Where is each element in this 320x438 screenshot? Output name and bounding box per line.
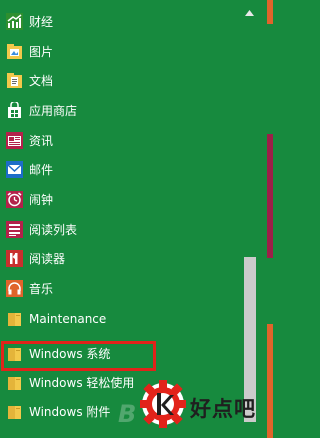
app-item-music[interactable]: 音乐 [0, 274, 240, 304]
music-headphones-icon [6, 280, 23, 297]
app-item-label: 应用商店 [29, 104, 78, 118]
app-item-pictures[interactable]: 图片 [0, 37, 240, 67]
app-item-label: 阅读列表 [29, 223, 78, 237]
tiles-panel-edge [261, 0, 273, 438]
app-item-label: Windows 附件 [29, 405, 111, 419]
app-item-news[interactable]: 资讯 [0, 126, 240, 156]
app-item-documents[interactable]: 文档 [0, 66, 240, 96]
app-item-label: 闹钟 [29, 193, 54, 207]
app-item-label: 音乐 [29, 282, 54, 296]
app-folder-maintenance[interactable]: Maintenance [0, 304, 240, 334]
tile-edge-orange-2[interactable] [267, 324, 273, 438]
app-item-alarm[interactable]: 闹钟 [0, 185, 240, 215]
watermark-text: 好点吧 [190, 397, 256, 421]
app-item-reader[interactable]: 阅读器 [0, 244, 240, 274]
app-item-label: Maintenance [29, 312, 107, 326]
gear-k-logo-icon [140, 374, 186, 434]
tile-edge-green-2[interactable] [267, 262, 273, 320]
folder-icon [6, 310, 23, 327]
tile-edge-maroon[interactable] [267, 134, 273, 258]
app-item-label: 财经 [29, 15, 54, 29]
app-item-finance[interactable]: 财经 [0, 7, 240, 37]
scroll-up-arrow-icon[interactable] [242, 6, 257, 20]
app-item-store[interactable]: 应用商店 [0, 96, 240, 126]
highlight-box [1, 341, 156, 371]
photos-icon [6, 43, 23, 60]
finance-chart-icon [6, 13, 23, 30]
alarm-clock-icon [6, 191, 23, 208]
tile-edge-orange[interactable] [267, 0, 273, 24]
watermark-letter: B [118, 400, 137, 428]
app-item-label: 图片 [29, 45, 54, 59]
scrollbar[interactable] [242, 6, 257, 432]
app-item-reading-list[interactable]: 阅读列表 [0, 215, 240, 245]
app-item-label: 邮件 [29, 163, 54, 177]
reader-icon [6, 250, 23, 267]
store-bag-icon [6, 102, 23, 119]
folder-icon [6, 403, 23, 420]
app-item-label: 资讯 [29, 134, 54, 148]
tile-edge-green[interactable] [267, 26, 273, 128]
app-list: 财经 图片 文档 应用商店 资讯 邮件 闹钟 阅读列表 阅读器 音乐 Maint… [0, 0, 240, 438]
reading-list-icon [6, 221, 23, 238]
documents-icon [6, 72, 23, 89]
app-item-mail[interactable]: 邮件 [0, 155, 240, 185]
app-item-label: 文档 [29, 74, 54, 88]
app-item-label: 阅读器 [29, 252, 66, 266]
folder-icon [6, 374, 23, 391]
app-item-label: Windows 轻松使用 [29, 376, 135, 390]
news-icon [6, 132, 23, 149]
mail-envelope-icon [6, 161, 23, 178]
